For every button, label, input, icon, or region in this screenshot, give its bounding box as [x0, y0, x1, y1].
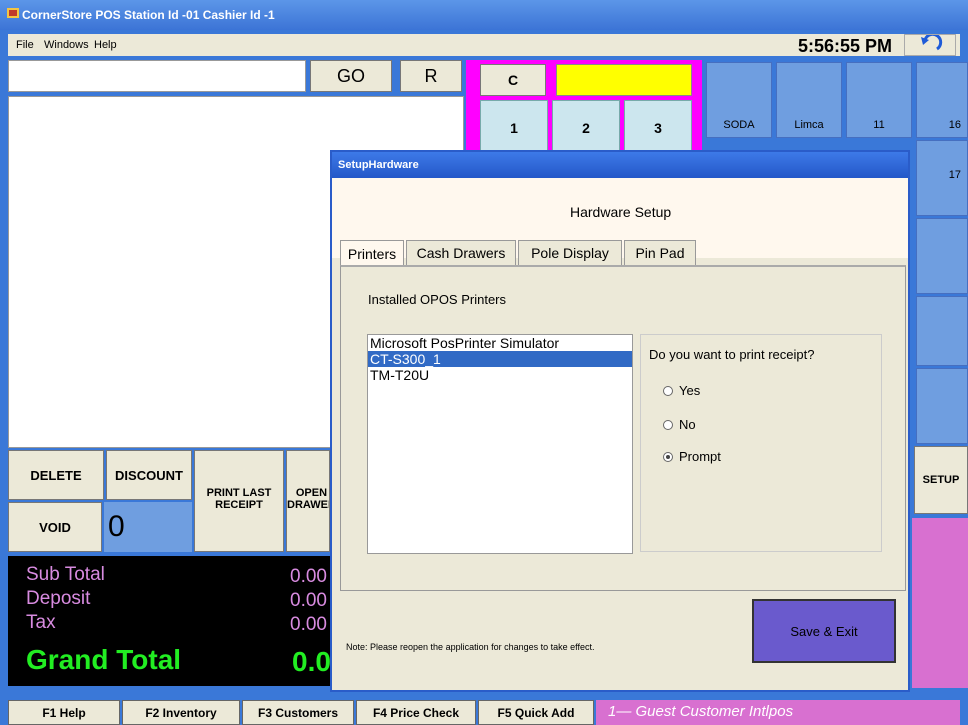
deposit-label: Deposit: [26, 588, 91, 609]
save-exit-button[interactable]: Save & Exit: [752, 599, 896, 663]
product-empty[interactable]: [916, 368, 968, 444]
totals-panel: Sub Total 0.00 Deposit 0.00 Tax 0.00 Gra…: [8, 556, 332, 686]
dialog-heading: Hardware Setup: [570, 204, 672, 220]
go-button[interactable]: GO: [310, 60, 392, 92]
menu-file[interactable]: File: [16, 39, 34, 51]
print-receipt-group: Do you want to print receipt? Yes No Pro…: [640, 334, 882, 552]
f5-quick-add-button[interactable]: F5 Quick Add: [478, 700, 594, 725]
right-pink-panel: [912, 518, 968, 688]
print-last-receipt-button[interactable]: PRINT LAST RECEIPT: [194, 450, 284, 552]
f1-help-button[interactable]: F1 Help: [8, 700, 120, 725]
discount-button[interactable]: DISCOUNT: [106, 450, 192, 500]
quantity-display: 0: [104, 502, 192, 552]
installed-printers-label: Installed OPOS Printers: [368, 292, 506, 307]
product-17[interactable]: 17: [916, 140, 968, 216]
setup-button[interactable]: SETUP: [914, 446, 968, 514]
radio-circle-icon: [663, 419, 673, 430]
list-item[interactable]: TM-T20U: [368, 367, 632, 383]
radio-selected-icon: [663, 451, 673, 462]
subtotal-value: 0.00: [290, 566, 327, 587]
product-11[interactable]: 11: [846, 62, 912, 138]
menu-windows[interactable]: Windows: [44, 39, 89, 51]
clear-button[interactable]: C: [480, 64, 546, 96]
printer-list[interactable]: Microsoft PosPrinter Simulator CT-S300_1…: [367, 334, 633, 554]
product-16[interactable]: 16: [916, 62, 968, 138]
reopen-note: Note: Please reopen the application for …: [346, 642, 595, 652]
menu-help[interactable]: Help: [94, 39, 117, 51]
grand-total-label: Grand Total: [26, 644, 182, 675]
void-button[interactable]: VOID: [8, 502, 102, 552]
undo-button[interactable]: [904, 32, 956, 56]
tab-printers[interactable]: Printers: [340, 240, 404, 266]
grand-total-value: 0.0: [292, 646, 331, 677]
tax-label: Tax: [26, 612, 56, 633]
product-limca[interactable]: Limca: [776, 62, 842, 138]
window-title: CornerStore POS Station Id -01 Cashier I…: [22, 8, 275, 22]
open-drawer-button[interactable]: OPEN DRAWER: [286, 450, 330, 552]
product-empty[interactable]: [916, 218, 968, 294]
delete-button[interactable]: DELETE: [8, 450, 104, 500]
product-soda[interactable]: SODA: [706, 62, 772, 138]
radio-label: Yes: [679, 383, 701, 398]
radio-prompt[interactable]: Prompt: [663, 449, 721, 464]
f3-customers-button[interactable]: F3 Customers: [242, 700, 354, 725]
list-item[interactable]: Microsoft PosPrinter Simulator: [368, 335, 632, 351]
tab-cash-drawers[interactable]: Cash Drawers: [406, 240, 516, 266]
undo-icon: [921, 32, 943, 51]
window-title-bar: CornerStore POS Station Id -01 Cashier I…: [0, 0, 968, 30]
radio-circle-icon: [663, 385, 673, 396]
numpad-key[interactable]: 2: [552, 100, 620, 155]
customer-status: 1— Guest Customer Intlpos: [596, 700, 960, 725]
radio-label: No: [679, 417, 696, 432]
menu-bar: File Windows Help 5:56:55 PM: [8, 32, 960, 56]
app-icon: [7, 8, 19, 18]
radio-yes[interactable]: Yes: [663, 383, 700, 398]
radio-no[interactable]: No: [663, 417, 696, 432]
deposit-value: 0.00: [290, 590, 327, 611]
dialog-title-bar: SetupHardware: [332, 152, 908, 178]
numpad-key[interactable]: 3: [624, 100, 692, 155]
f4-price-check-button[interactable]: F4 Price Check: [356, 700, 476, 725]
radio-label: Prompt: [679, 449, 721, 464]
keypad-display: [556, 64, 692, 96]
tax-value: 0.00: [290, 614, 327, 635]
setup-hardware-dialog: SetupHardware Hardware Setup Printers Ca…: [330, 150, 910, 692]
numpad-key[interactable]: 1: [480, 100, 548, 155]
clock: 5:56:55 PM: [797, 36, 892, 56]
f2-inventory-button[interactable]: F2 Inventory: [122, 700, 240, 725]
tab-pole-display[interactable]: Pole Display: [518, 240, 622, 266]
tab-pin-pad[interactable]: Pin Pad: [624, 240, 696, 266]
dialog-title: SetupHardware: [338, 159, 419, 171]
list-item[interactable]: CT-S300_1: [368, 351, 632, 367]
barcode-input[interactable]: [8, 60, 306, 92]
product-empty[interactable]: [916, 296, 968, 366]
r-button[interactable]: R: [400, 60, 462, 92]
subtotal-label: Sub Total: [26, 564, 105, 585]
print-receipt-question: Do you want to print receipt?: [649, 347, 815, 362]
